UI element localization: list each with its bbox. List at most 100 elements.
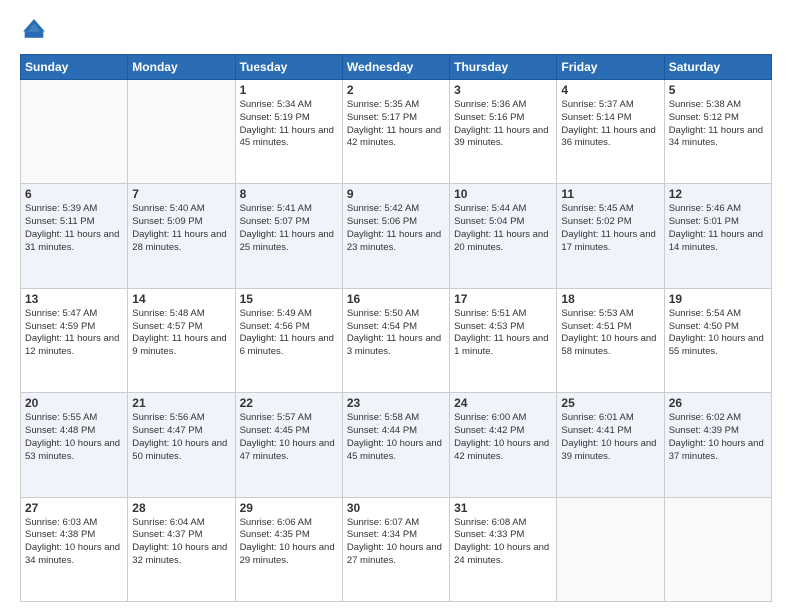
calendar-cell: 23 Sunrise: 5:58 AM Sunset: 4:44 PM Dayli… — [342, 393, 449, 497]
day-number: 23 — [347, 396, 445, 410]
logo-icon — [20, 16, 48, 44]
day-info: Sunrise: 5:51 AM Sunset: 4:53 PM Dayligh… — [454, 308, 552, 359]
calendar-cell: 10Sunrise: 5:44 AM Sunset: 5:04 PM Dayli… — [450, 184, 557, 288]
calendar-cell: 12 Sunrise: 5:46 AM Sunset: 5:01 PM Dayli… — [664, 184, 771, 288]
day-number: 18 — [561, 292, 659, 306]
calendar-cell: 31 Sunrise: 6:08 AM Sunset: 4:33 PM Dayli… — [450, 497, 557, 601]
day-info: Sunrise: 6:07 AM Sunset: 4:34 PM Dayligh… — [347, 517, 445, 568]
calendar-cell: 9 Sunrise: 5:42 AM Sunset: 5:06 PM Daylig… — [342, 184, 449, 288]
calendar-cell: 8 Sunrise: 5:41 AM Sunset: 5:07 PM Daylig… — [235, 184, 342, 288]
day-info: Sunrise: 6:04 AM Sunset: 4:37 PM Dayligh… — [132, 517, 230, 568]
day-number: 8 — [240, 187, 338, 201]
calendar-cell: 2Sunrise: 5:35 AM Sunset: 5:17 PM Daylig… — [342, 80, 449, 184]
calendar-cell: 22Sunrise: 5:57 AM Sunset: 4:45 PM Dayli… — [235, 393, 342, 497]
day-info: Sunrise: 6:02 AM Sunset: 4:39 PM Dayligh… — [669, 412, 767, 463]
calendar-cell: 29 Sunrise: 6:06 AM Sunset: 4:35 PM Dayli… — [235, 497, 342, 601]
calendar-cell: 21 Sunrise: 5:56 AM Sunset: 4:47 PM Dayli… — [128, 393, 235, 497]
calendar-cell: 19 Sunrise: 5:54 AM Sunset: 4:50 PM Dayli… — [664, 288, 771, 392]
calendar-cell — [557, 497, 664, 601]
day-number: 21 — [132, 396, 230, 410]
calendar-cell: 18 Sunrise: 5:53 AM Sunset: 4:51 PM Dayli… — [557, 288, 664, 392]
day-info: Sunrise: 5:47 AM Sunset: 4:59 PM Dayligh… — [25, 308, 123, 359]
day-info: Sunrise: 5:38 AM Sunset: 5:12 PM Dayligh… — [669, 99, 767, 150]
calendar-cell: 20 Sunrise: 5:55 AM Sunset: 4:48 PM Dayli… — [21, 393, 128, 497]
page-container: SundayMondayTuesdayWednesdayThursdayFrid… — [0, 0, 792, 612]
day-info: Sunrise: 6:08 AM Sunset: 4:33 PM Dayligh… — [454, 517, 552, 568]
calendar-cell: 11Sunrise: 5:45 AM Sunset: 5:02 PM Dayli… — [557, 184, 664, 288]
weekday-header-sunday: Sunday — [21, 55, 128, 80]
day-number: 27 — [25, 501, 123, 515]
calendar-cell: 24 Sunrise: 6:00 AM Sunset: 4:42 PM Dayli… — [450, 393, 557, 497]
day-number: 30 — [347, 501, 445, 515]
calendar-week-row: 1 Sunrise: 5:34 AM Sunset: 5:19 PM Daylig… — [21, 80, 772, 184]
day-info: Sunrise: 5:53 AM Sunset: 4:51 PM Dayligh… — [561, 308, 659, 359]
calendar-cell: 6 Sunrise: 5:39 AM Sunset: 5:11 PM Daylig… — [21, 184, 128, 288]
day-info: Sunrise: 6:06 AM Sunset: 4:35 PM Dayligh… — [240, 517, 338, 568]
day-info: Sunrise: 6:00 AM Sunset: 4:42 PM Dayligh… — [454, 412, 552, 463]
day-number: 25 — [561, 396, 659, 410]
day-number: 5 — [669, 83, 767, 97]
day-info: Sunrise: 5:46 AM Sunset: 5:01 PM Dayligh… — [669, 203, 767, 254]
calendar-cell: 13 Sunrise: 5:47 AM Sunset: 4:59 PM Dayli… — [21, 288, 128, 392]
day-number: 15 — [240, 292, 338, 306]
calendar-cell — [664, 497, 771, 601]
weekday-header-tuesday: Tuesday — [235, 55, 342, 80]
day-number: 19 — [669, 292, 767, 306]
day-number: 26 — [669, 396, 767, 410]
day-info: Sunrise: 5:58 AM Sunset: 4:44 PM Dayligh… — [347, 412, 445, 463]
day-number: 6 — [25, 187, 123, 201]
day-number: 24 — [454, 396, 552, 410]
weekday-header-wednesday: Wednesday — [342, 55, 449, 80]
day-info: Sunrise: 5:37 AM Sunset: 5:14 PM Dayligh… — [561, 99, 659, 150]
day-info: Sunrise: 5:50 AM Sunset: 4:54 PM Dayligh… — [347, 308, 445, 359]
calendar-cell: 28Sunrise: 6:04 AM Sunset: 4:37 PM Dayli… — [128, 497, 235, 601]
calendar-cell: 25 Sunrise: 6:01 AM Sunset: 4:41 PM Dayli… — [557, 393, 664, 497]
calendar-week-row: 27 Sunrise: 6:03 AM Sunset: 4:38 PM Dayli… — [21, 497, 772, 601]
weekday-header-friday: Friday — [557, 55, 664, 80]
calendar-cell: 30 Sunrise: 6:07 AM Sunset: 4:34 PM Dayli… — [342, 497, 449, 601]
day-number: 14 — [132, 292, 230, 306]
day-number: 7 — [132, 187, 230, 201]
day-number: 1 — [240, 83, 338, 97]
calendar-cell: 1 Sunrise: 5:34 AM Sunset: 5:19 PM Daylig… — [235, 80, 342, 184]
logo — [20, 16, 52, 44]
day-info: Sunrise: 5:41 AM Sunset: 5:07 PM Dayligh… — [240, 203, 338, 254]
day-number: 3 — [454, 83, 552, 97]
day-number: 9 — [347, 187, 445, 201]
day-number: 16 — [347, 292, 445, 306]
calendar-cell: 4 Sunrise: 5:37 AM Sunset: 5:14 PM Daylig… — [557, 80, 664, 184]
header — [20, 16, 772, 44]
day-number: 29 — [240, 501, 338, 515]
day-info: Sunrise: 5:49 AM Sunset: 4:56 PM Dayligh… — [240, 308, 338, 359]
day-info: Sunrise: 5:55 AM Sunset: 4:48 PM Dayligh… — [25, 412, 123, 463]
day-number: 17 — [454, 292, 552, 306]
day-info: Sunrise: 5:56 AM Sunset: 4:47 PM Dayligh… — [132, 412, 230, 463]
day-info: Sunrise: 5:40 AM Sunset: 5:09 PM Dayligh… — [132, 203, 230, 254]
calendar-cell: 17 Sunrise: 5:51 AM Sunset: 4:53 PM Dayli… — [450, 288, 557, 392]
calendar-week-row: 13 Sunrise: 5:47 AM Sunset: 4:59 PM Dayli… — [21, 288, 772, 392]
calendar-cell: 3 Sunrise: 5:36 AM Sunset: 5:16 PM Daylig… — [450, 80, 557, 184]
calendar-week-row: 20 Sunrise: 5:55 AM Sunset: 4:48 PM Dayli… — [21, 393, 772, 497]
day-number: 12 — [669, 187, 767, 201]
day-info: Sunrise: 5:42 AM Sunset: 5:06 PM Dayligh… — [347, 203, 445, 254]
day-number: 31 — [454, 501, 552, 515]
calendar-cell: 15 Sunrise: 5:49 AM Sunset: 4:56 PM Dayli… — [235, 288, 342, 392]
calendar-cell: 7 Sunrise: 5:40 AM Sunset: 5:09 PM Daylig… — [128, 184, 235, 288]
calendar-week-row: 6 Sunrise: 5:39 AM Sunset: 5:11 PM Daylig… — [21, 184, 772, 288]
day-info: Sunrise: 5:48 AM Sunset: 4:57 PM Dayligh… — [132, 308, 230, 359]
day-info: Sunrise: 5:54 AM Sunset: 4:50 PM Dayligh… — [669, 308, 767, 359]
day-info: Sunrise: 5:45 AM Sunset: 5:02 PM Dayligh… — [561, 203, 659, 254]
day-info: Sunrise: 6:01 AM Sunset: 4:41 PM Dayligh… — [561, 412, 659, 463]
day-info: Sunrise: 5:35 AM Sunset: 5:17 PM Dayligh… — [347, 99, 445, 150]
day-number: 13 — [25, 292, 123, 306]
day-info: Sunrise: 5:34 AM Sunset: 5:19 PM Dayligh… — [240, 99, 338, 150]
day-number: 10 — [454, 187, 552, 201]
day-info: Sunrise: 5:39 AM Sunset: 5:11 PM Dayligh… — [25, 203, 123, 254]
weekday-header-row: SundayMondayTuesdayWednesdayThursdayFrid… — [21, 55, 772, 80]
day-number: 20 — [25, 396, 123, 410]
calendar-cell: 26 Sunrise: 6:02 AM Sunset: 4:39 PM Dayli… — [664, 393, 771, 497]
day-info: Sunrise: 6:03 AM Sunset: 4:38 PM Dayligh… — [25, 517, 123, 568]
day-number: 4 — [561, 83, 659, 97]
day-number: 22 — [240, 396, 338, 410]
day-info: Sunrise: 5:36 AM Sunset: 5:16 PM Dayligh… — [454, 99, 552, 150]
